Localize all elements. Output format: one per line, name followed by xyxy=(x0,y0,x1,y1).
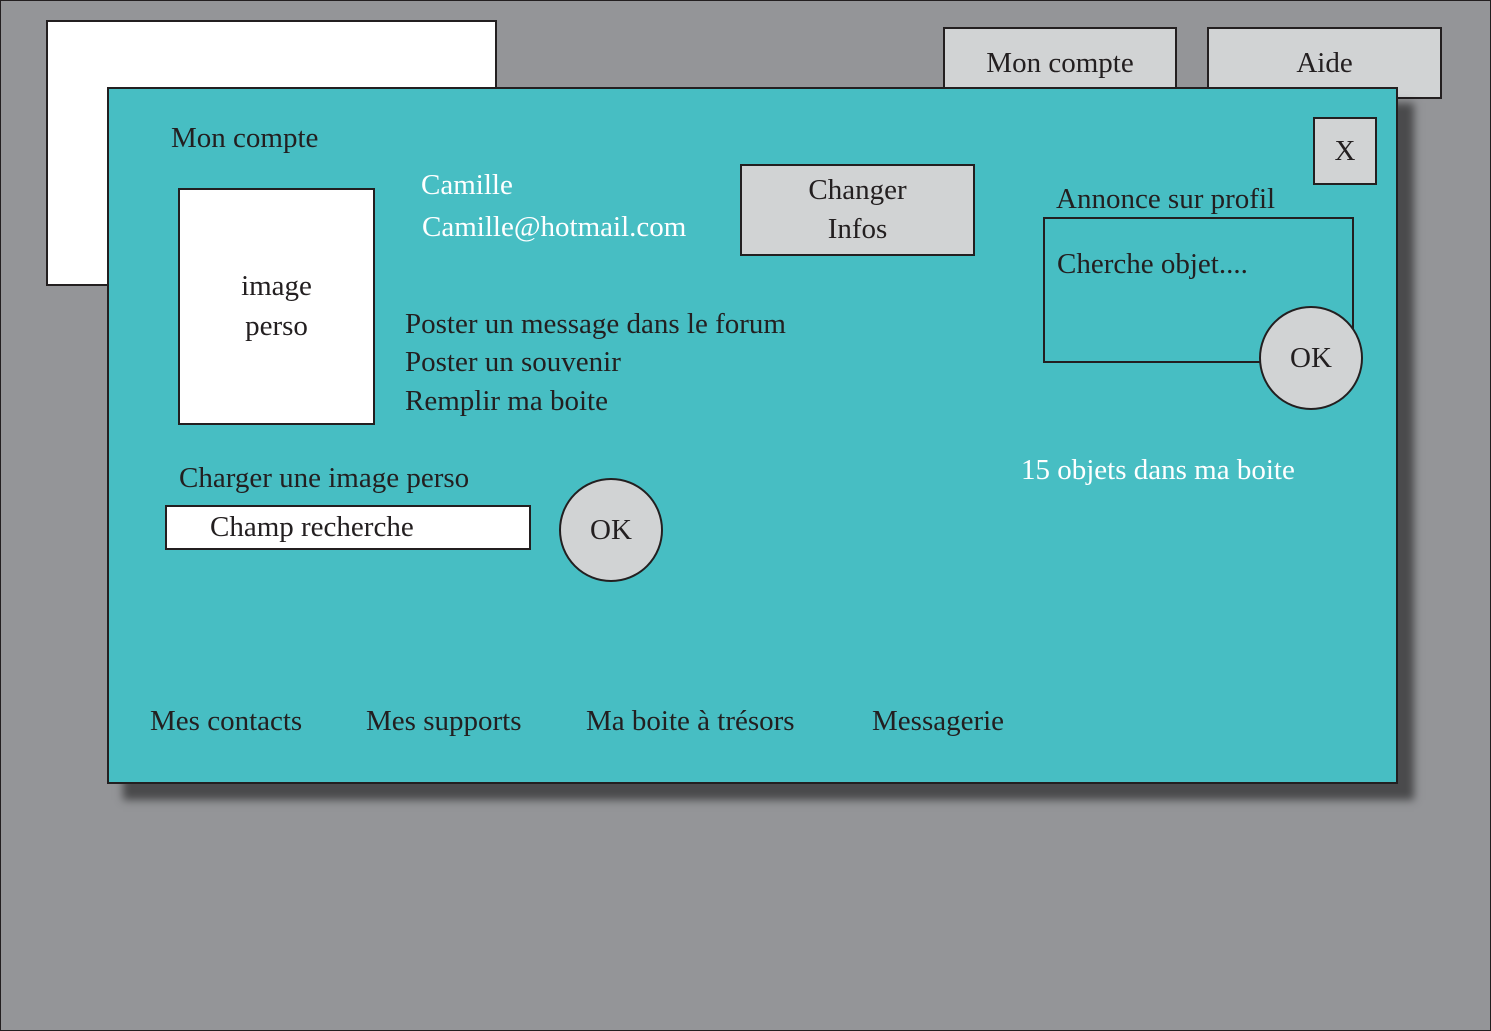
nav-link-treasure-box[interactable]: Ma boite à trésors xyxy=(586,707,795,736)
profile-ad-ok-button[interactable]: OK xyxy=(1259,306,1363,410)
upload-ok-label: OK xyxy=(590,513,632,546)
nav-link-contacts[interactable]: Mes contacts xyxy=(150,707,302,736)
change-info-label-line2: Infos xyxy=(827,213,888,245)
help-button-label: Aide xyxy=(1296,46,1353,79)
profile-image[interactable]: image perso xyxy=(178,188,375,425)
nav-link-supports[interactable]: Mes supports xyxy=(366,707,521,736)
account-button-label: Mon compte xyxy=(986,46,1134,79)
change-info-button[interactable]: Changer Infos xyxy=(740,164,975,256)
nav-link-messaging[interactable]: Messagerie xyxy=(872,707,1004,736)
upload-field[interactable]: Champ recherche xyxy=(165,505,531,550)
close-icon: X xyxy=(1334,134,1356,167)
profile-ad-label: Annonce sur profil xyxy=(1056,183,1276,215)
user-email: Camille@hotmail.com xyxy=(422,211,687,243)
upload-field-value: Champ recherche xyxy=(210,511,414,543)
upload-ok-button[interactable]: OK xyxy=(559,478,663,582)
account-dialog: Mon compte X image perso Camille Camille… xyxy=(107,87,1398,784)
dialog-title: Mon compte xyxy=(171,122,319,154)
close-button[interactable]: X xyxy=(1313,117,1377,185)
box-count-text: 15 objets dans ma boite xyxy=(1021,454,1295,486)
action-link-souvenir[interactable]: Poster un souvenir xyxy=(405,348,621,377)
profile-ad-ok-label: OK xyxy=(1290,341,1332,374)
action-link-forum[interactable]: Poster un message dans le forum xyxy=(405,310,786,339)
change-info-label-line1: Changer xyxy=(808,173,907,206)
profile-image-placeholder-line1: image xyxy=(241,270,312,303)
app-screen: Mon compte Aide Mon compte X image perso… xyxy=(0,0,1491,1031)
user-name: Camille xyxy=(421,169,513,201)
upload-label: Charger une image perso xyxy=(179,462,470,494)
profile-ad-text: Cherche objet.... xyxy=(1057,248,1248,280)
profile-image-placeholder-line2: perso xyxy=(245,309,308,342)
action-link-fill-box[interactable]: Remplir ma boite xyxy=(405,387,608,416)
